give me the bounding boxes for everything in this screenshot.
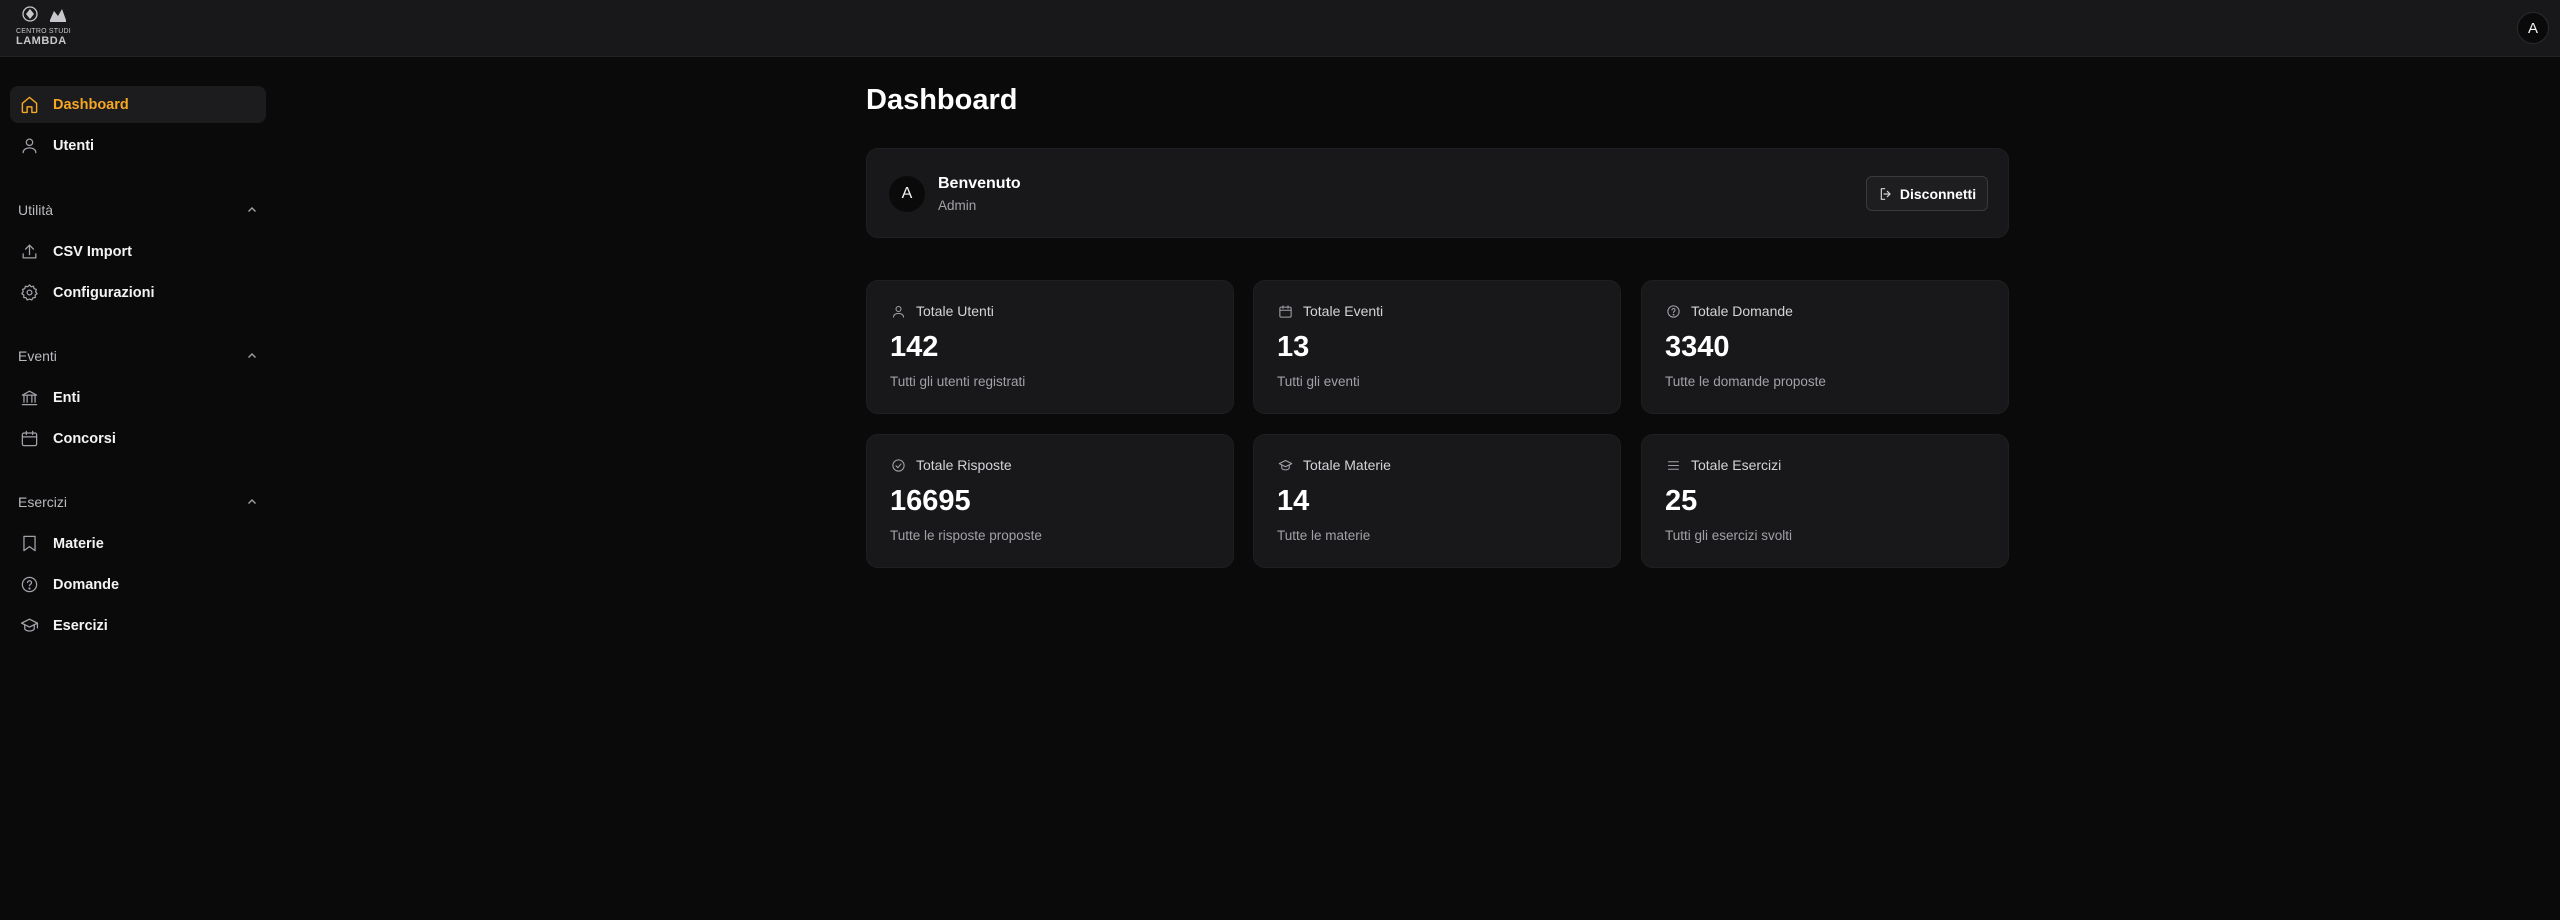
sidebar-item-materie[interactable]: Materie: [10, 525, 266, 562]
help-circle-icon: [1665, 303, 1681, 319]
stat-value: 142: [890, 331, 939, 363]
sidebar: Dashboard Utenti Utilità CSV Import Conf…: [0, 57, 275, 920]
logout-label: Disconnetti: [1899, 185, 1977, 202]
app-logo[interactable]: CENTRO STUDI LAMBDA: [16, 5, 74, 49]
user-avatar[interactable]: A: [2517, 12, 2549, 44]
stat-value: 3340: [1665, 331, 1730, 363]
section-title: Eventi: [18, 348, 57, 364]
graduation-cap-icon: [19, 616, 39, 636]
sidebar-item-label: Materie: [53, 535, 104, 552]
stat-card-eventi: Totale Eventi 13 Tutti gli eventi: [1253, 280, 1621, 414]
section-header-esercizi[interactable]: Esercizi: [18, 492, 258, 512]
top-bar: CENTRO STUDI LAMBDA A: [0, 0, 2560, 57]
stat-value: 14: [1277, 485, 1310, 517]
bookmark-icon: [19, 534, 39, 554]
stat-description: Tutte le risposte proposte: [890, 528, 1042, 543]
logo-line2: LAMBDA: [16, 35, 67, 47]
stat-card-materie: Totale Materie 14 Tutte le materie: [1253, 434, 1621, 568]
home-icon: [19, 95, 39, 115]
sidebar-item-csv-import[interactable]: CSV Import: [10, 233, 266, 270]
sidebar-item-enti[interactable]: Enti: [10, 379, 266, 416]
list-icon: [1665, 457, 1681, 473]
stat-value: 16695: [890, 485, 971, 517]
bank-icon: [19, 388, 39, 408]
stat-title: Totale Esercizi: [1691, 457, 1782, 473]
welcome-role: Admin: [938, 198, 977, 213]
stat-title: Totale Utenti: [916, 303, 994, 319]
stat-title: Totale Materie: [1303, 457, 1391, 473]
sidebar-item-label: Esercizi: [53, 617, 108, 634]
stat-description: Tutte le domande proposte: [1665, 374, 1826, 389]
user-icon: [890, 303, 906, 319]
chevron-up-icon: [248, 353, 256, 358]
stat-title: Totale Domande: [1691, 303, 1793, 319]
sidebar-item-esercizi[interactable]: Esercizi: [10, 607, 266, 644]
stat-value: 25: [1665, 485, 1698, 517]
sidebar-item-configurazioni[interactable]: Configurazioni: [10, 274, 266, 311]
sidebar-item-domande[interactable]: Domande: [10, 566, 266, 603]
logout-icon: [1880, 187, 1891, 200]
logo-emblem-icon: [22, 6, 66, 22]
stat-description: Tutte le materie: [1277, 528, 1371, 543]
sidebar-item-label: Domande: [53, 576, 120, 593]
section-header-eventi[interactable]: Eventi: [18, 346, 258, 366]
stat-title: Totale Risposte: [916, 457, 1012, 473]
stat-value: 13: [1277, 331, 1310, 363]
stat-description: Tutti gli eventi: [1277, 374, 1360, 389]
upload-icon: [19, 242, 39, 262]
sidebar-item-label: Configurazioni: [53, 284, 155, 301]
sidebar-item-label: Utenti: [53, 137, 95, 154]
check-circle-icon: [890, 457, 906, 473]
stat-description: Tutti gli esercizi svolti: [1665, 528, 1793, 543]
sidebar-item-label: Enti: [53, 389, 81, 406]
stat-card-domande: Totale Domande 3340 Tutte le domande pro…: [1641, 280, 2009, 414]
sidebar-item-dashboard[interactable]: Dashboard: [10, 86, 266, 123]
gear-icon: [19, 283, 39, 303]
chevron-up-icon: [248, 499, 256, 504]
chevron-up-icon: [248, 207, 256, 212]
section-title: Utilità: [18, 202, 54, 218]
user-icon: [19, 136, 39, 156]
logo-line1: CENTRO STUDI: [16, 28, 71, 35]
welcome-greeting: Benvenuto: [938, 175, 1021, 192]
sidebar-item-label: Concorsi: [53, 430, 116, 447]
stat-description: Tutti gli utenti registrati: [890, 374, 1026, 389]
stat-card-risposte: Totale Risposte 16695 Tutte le risposte …: [866, 434, 1234, 568]
page-title: Dashboard: [866, 84, 1018, 116]
calendar-icon: [19, 429, 39, 449]
sidebar-item-label: Dashboard: [53, 96, 129, 113]
stat-card-utenti: Totale Utenti 142 Tutti gli utenti regis…: [866, 280, 1234, 414]
logo-text: CENTRO STUDI LAMBDA: [16, 28, 74, 47]
help-circle-icon: [19, 575, 39, 595]
section-header-utilita[interactable]: Utilità: [18, 200, 258, 220]
avatar: A: [889, 176, 925, 212]
section-title: Esercizi: [18, 494, 68, 510]
stat-title: Totale Eventi: [1303, 303, 1384, 319]
welcome-card: A Benvenuto Admin Disconnetti: [866, 148, 2009, 238]
sidebar-item-label: CSV Import: [53, 243, 132, 260]
graduation-cap-icon: [1277, 457, 1293, 473]
calendar-icon: [1277, 303, 1293, 319]
sidebar-item-concorsi[interactable]: Concorsi: [10, 420, 266, 457]
logout-button[interactable]: Disconnetti: [1866, 176, 1988, 211]
sidebar-item-utenti[interactable]: Utenti: [10, 127, 266, 164]
stat-card-esercizi: Totale Esercizi 25 Tutti gli esercizi sv…: [1641, 434, 2009, 568]
